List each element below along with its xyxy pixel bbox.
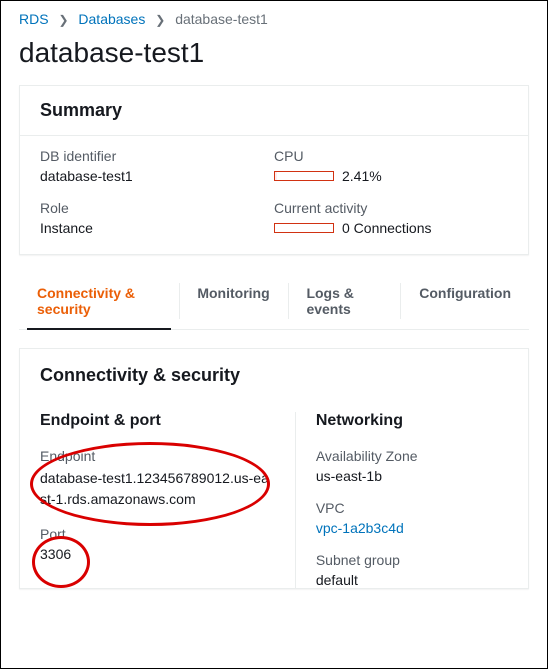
chevron-right-icon: ❯ [155,13,165,27]
breadcrumb-databases-link[interactable]: Databases [78,11,145,27]
tab-connectivity[interactable]: Connectivity & security [19,273,179,329]
vpc-link[interactable]: vpc-1a2b3c4d [316,520,508,536]
tab-bar: Connectivity & security Monitoring Logs … [19,273,529,330]
tab-logs[interactable]: Logs & events [288,273,400,329]
activity-value: 0 Connections [342,220,432,236]
summary-panel: Summary DB identifier database-test1 Rol… [19,85,529,255]
endpoint-port-header: Endpoint & port [40,412,275,430]
networking-section: Networking Availability Zone us-east-1b … [296,412,508,588]
breadcrumb-current: database-test1 [175,11,268,27]
vpc-label: VPC [316,500,508,516]
endpoint-port-section: Endpoint & port Endpoint database-test1.… [40,412,296,588]
networking-header: Networking [316,412,508,430]
breadcrumb: RDS ❯ Databases ❯ database-test1 [1,1,547,33]
breadcrumb-rds-link[interactable]: RDS [19,11,49,27]
port-value: 3306 [40,546,275,562]
connectivity-header: Connectivity & security [20,349,528,402]
activity-label: Current activity [274,200,508,216]
az-value: us-east-1b [316,468,508,484]
connectivity-panel: Connectivity & security Endpoint & port … [19,348,529,589]
tab-configuration[interactable]: Configuration [401,273,529,329]
summary-header: Summary [20,86,528,136]
db-identifier-value: database-test1 [40,168,274,184]
page-title: database-test1 [1,33,547,85]
role-label: Role [40,200,274,216]
cpu-value: 2.41% [342,168,382,184]
tab-monitoring[interactable]: Monitoring [179,273,287,329]
cpu-label: CPU [274,148,508,164]
endpoint-label: Endpoint [40,448,275,464]
chevron-right-icon: ❯ [58,13,68,27]
subnet-label: Subnet group [316,552,508,568]
port-label: Port [40,526,275,542]
subnet-value: default [316,572,508,588]
cpu-meter [274,171,334,181]
db-identifier-label: DB identifier [40,148,274,164]
role-value: Instance [40,220,274,236]
activity-meter [274,223,334,233]
endpoint-value: database-test1.123456789012.us-east-1.rd… [40,468,275,510]
az-label: Availability Zone [316,448,508,464]
